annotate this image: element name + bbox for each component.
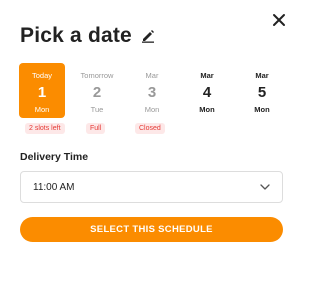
pencil-icon[interactable]: [141, 29, 155, 43]
day-label: Tomorrow: [80, 71, 114, 80]
dialog-title: Pick a date: [20, 24, 132, 47]
day-label: Mar: [255, 71, 269, 80]
close-icon[interactable]: [271, 12, 287, 28]
date-picker: Today 1 Mon Tomorrow 2 Tue Mar 3 Mon Mar…: [19, 63, 294, 118]
status-badge: Closed: [135, 123, 165, 134]
weekday-label: Tue: [90, 105, 104, 114]
day-option[interactable]: Tomorrow 2 Tue: [74, 63, 120, 118]
day-option[interactable]: Mar 3 Mon: [129, 63, 175, 118]
chevron-down-icon: [260, 184, 270, 190]
status-badge: Full: [86, 123, 106, 134]
day-number: 4: [202, 84, 212, 101]
dialog-header: Pick a date: [20, 24, 155, 48]
delivery-time-select[interactable]: 11:00 AM: [20, 171, 283, 203]
day-number: 3: [147, 84, 157, 101]
day-option[interactable]: Mar 4 Mon: [184, 63, 230, 118]
day-label: Today: [31, 71, 52, 80]
day-label: Mar: [145, 71, 159, 80]
select-schedule-button[interactable]: SELECT THIS SCHEDULE: [20, 217, 283, 242]
day-option[interactable]: Today 1 Mon: [19, 63, 65, 118]
weekday-label: Mon: [254, 105, 270, 114]
delivery-time-label: Delivery Time: [20, 151, 89, 163]
weekday-label: Mon: [34, 105, 50, 114]
day-number: 2: [92, 84, 102, 101]
weekday-label: Mon: [199, 105, 215, 114]
availability-badges: 2 slots left Full Closed: [0, 123, 302, 135]
status-badge: 2 slots left: [25, 123, 65, 134]
day-number: 1: [37, 84, 47, 101]
day-number: 5: [257, 84, 267, 101]
delivery-time-value: 11:00 AM: [33, 181, 75, 193]
day-option[interactable]: Mar 5 Mon: [239, 63, 285, 118]
weekday-label: Mon: [144, 105, 160, 114]
day-label: Mar: [200, 71, 214, 80]
